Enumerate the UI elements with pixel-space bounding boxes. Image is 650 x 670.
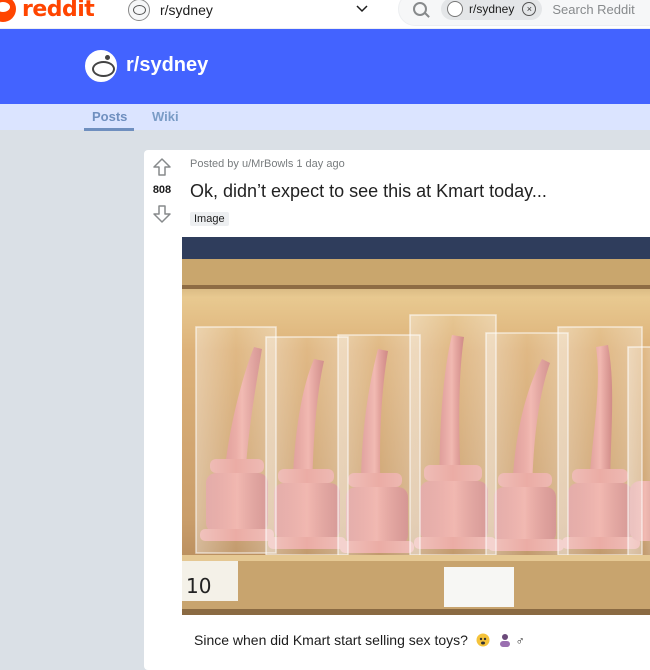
- subreddit-avatar-icon: [447, 1, 463, 17]
- post-flair[interactable]: Image: [190, 212, 229, 226]
- tab-posts[interactable]: Posts: [83, 109, 135, 131]
- post-card[interactable]: 808 Posted by u/MrBowls 1 day ago Ok, di…: [144, 150, 650, 670]
- subreddit-tabs: Posts Wiki: [0, 104, 650, 131]
- scared-face-emoji-icon: [476, 633, 490, 647]
- reddit-logo-icon: [0, 0, 16, 22]
- search-input[interactable]: [550, 0, 650, 18]
- vote-score: 808: [152, 184, 172, 196]
- community-picker-label: r/sydney: [160, 2, 213, 18]
- shelf-photo: 10: [182, 237, 650, 615]
- downvote-icon[interactable]: [153, 205, 171, 223]
- subreddit-name: r/sydney: [126, 54, 209, 76]
- post-body-text: Since when did Kmart start selling sex t…: [194, 632, 468, 648]
- search-scope-chip[interactable]: r/sydney ×: [441, 0, 543, 20]
- search-icon: [413, 2, 427, 16]
- close-icon[interactable]: ×: [522, 2, 537, 16]
- community-picker[interactable]: r/sydney: [128, 0, 378, 23]
- post-image[interactable]: 10: [182, 237, 650, 615]
- search-bar[interactable]: r/sydney ×: [398, 0, 650, 26]
- tab-wiki[interactable]: Wiki: [152, 109, 179, 124]
- post-meta[interactable]: Posted by u/MrBowls 1 day ago: [190, 158, 345, 170]
- price-tag-text: 10: [186, 574, 211, 598]
- subreddit-avatar-icon: [128, 0, 150, 21]
- post-title[interactable]: Ok, didn’t expect to see this at Kmart t…: [190, 181, 547, 202]
- male-sign-emoji-icon: ♂: [515, 634, 525, 648]
- top-navigation-bar: reddit r/sydney r/sydney ×: [0, 0, 650, 29]
- person-shrugging-emoji-icon: [499, 634, 510, 647]
- upvote-icon[interactable]: [153, 158, 171, 176]
- chevron-down-icon[interactable]: [356, 1, 368, 16]
- search-scope-label: r/sydney: [469, 2, 515, 16]
- reddit-logo[interactable]: reddit: [0, 0, 95, 26]
- reddit-wordmark: reddit: [22, 0, 95, 22]
- post-body: Since when did Kmart start selling sex t…: [194, 632, 525, 648]
- subreddit-icon: [85, 50, 117, 82]
